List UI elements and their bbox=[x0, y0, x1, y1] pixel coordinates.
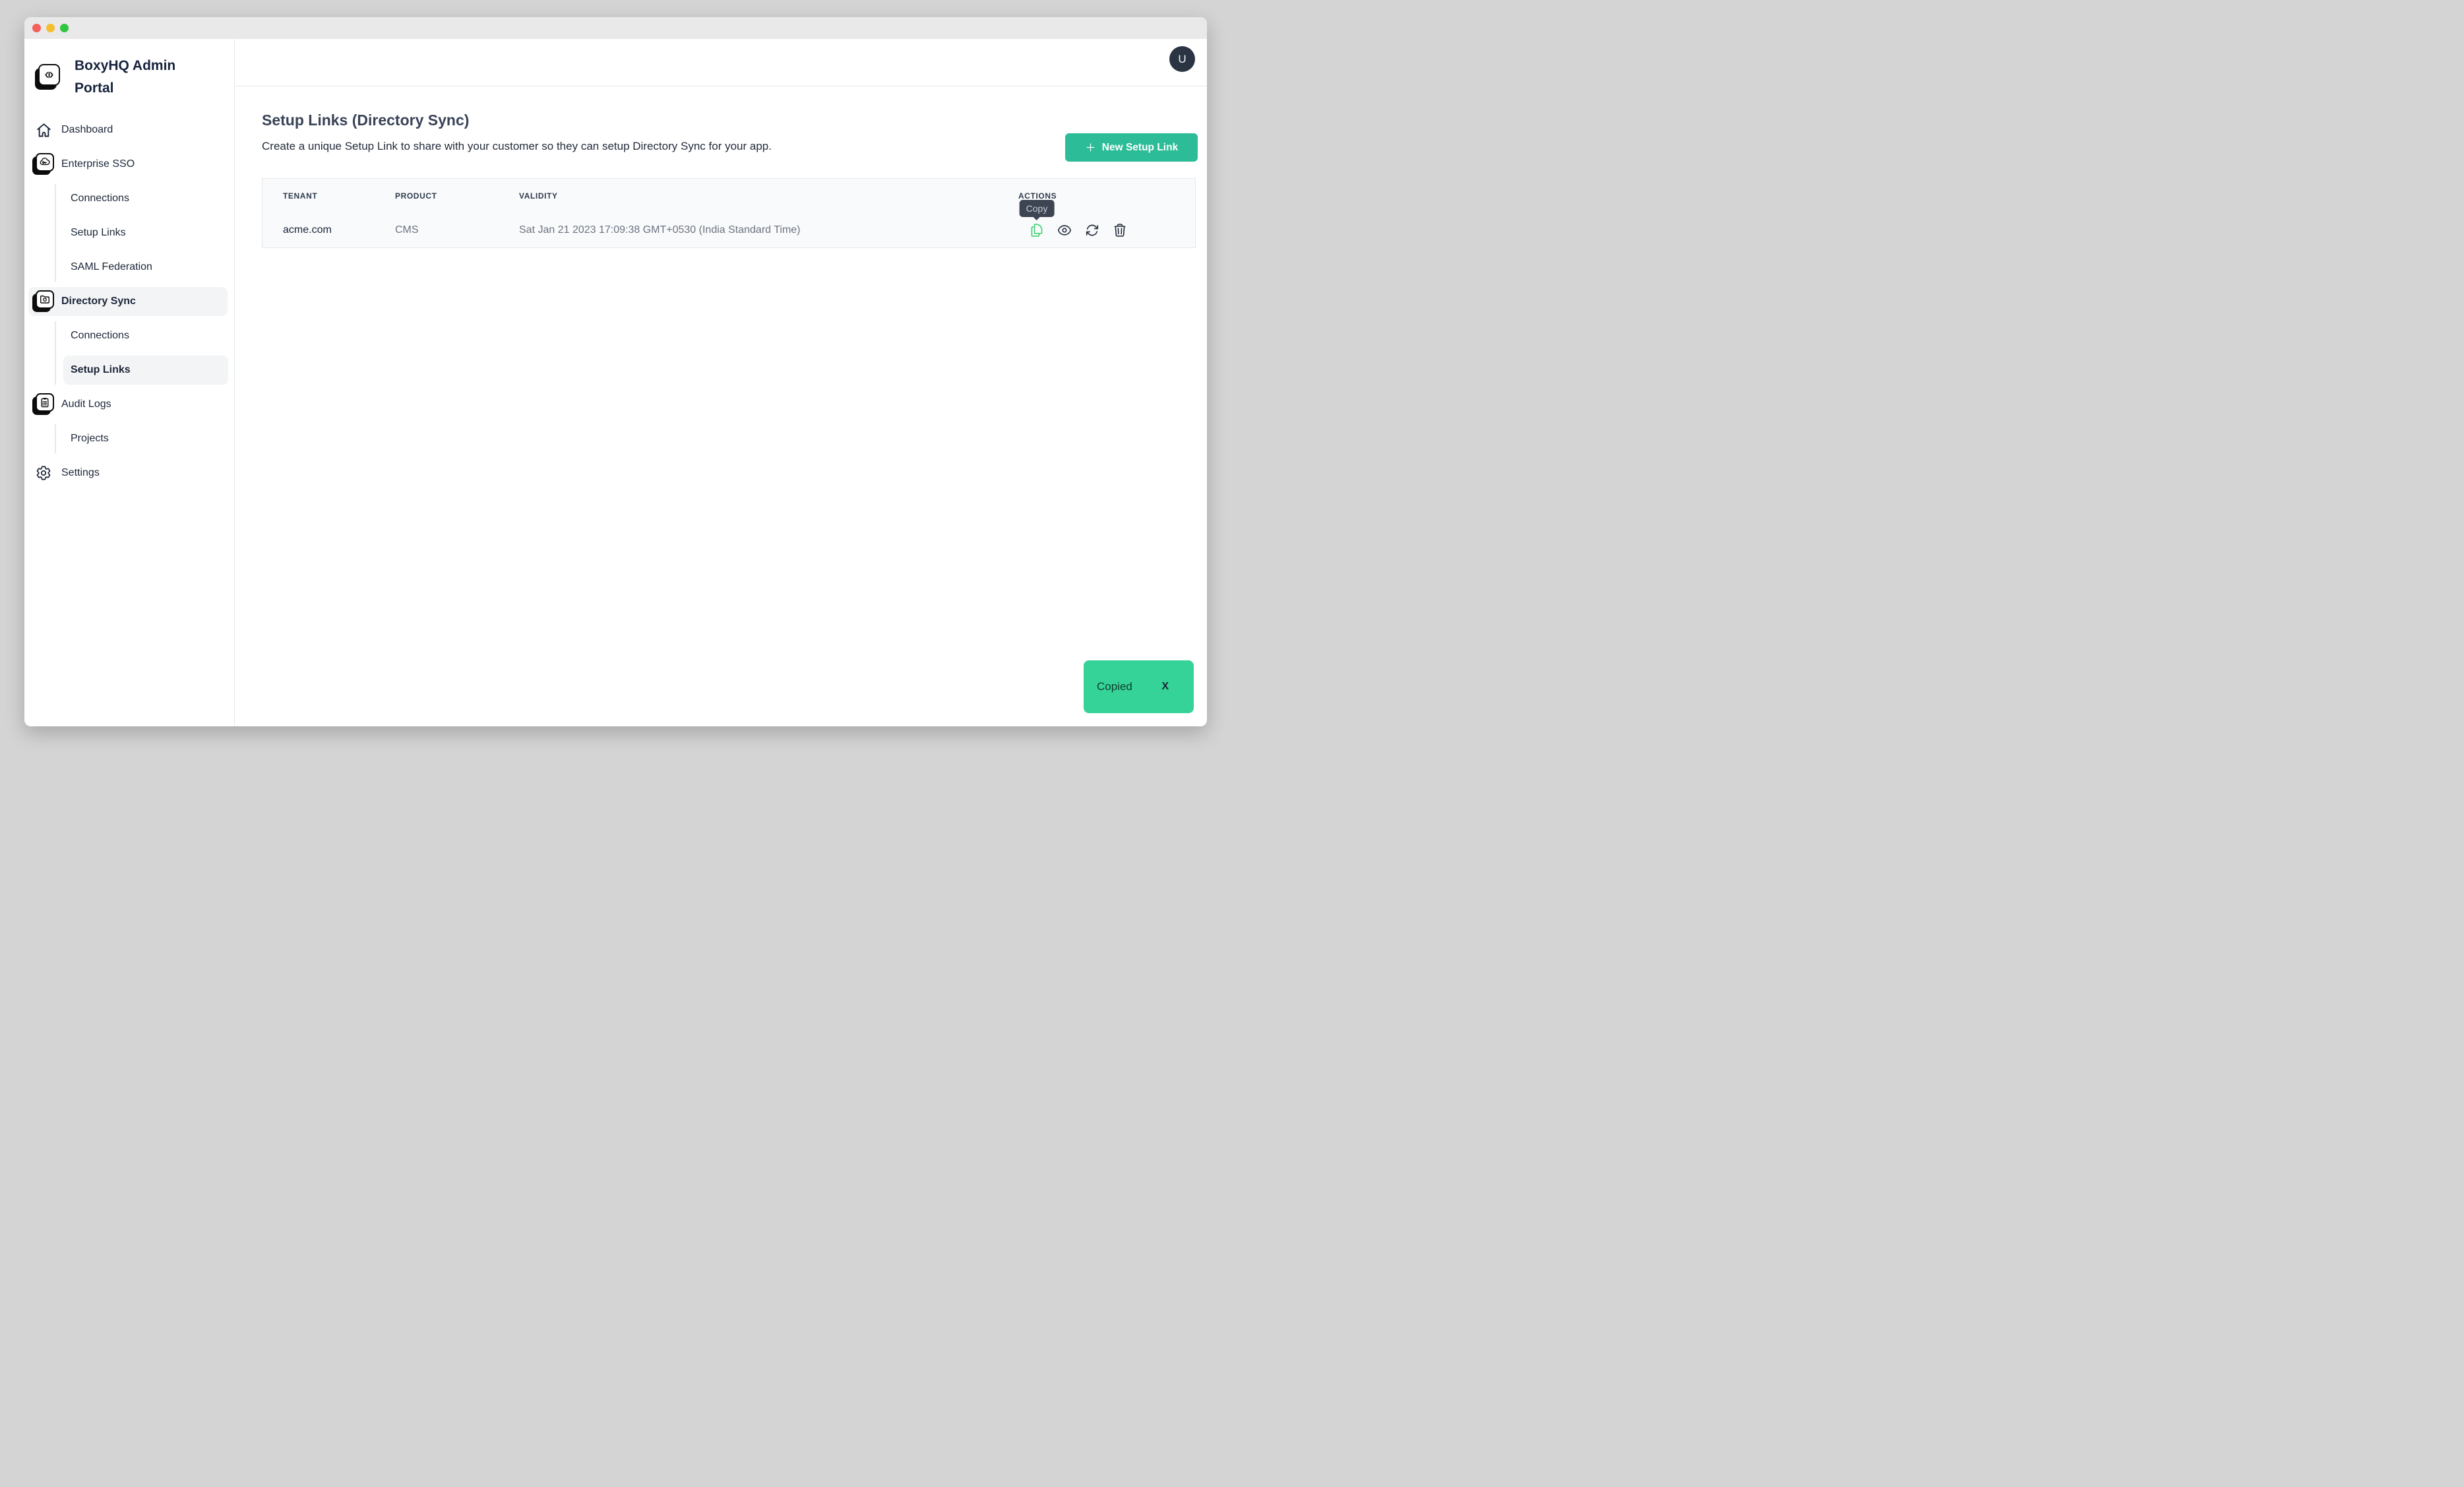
sidebar-nav: Dashboard bbox=[24, 115, 234, 493]
sidebar-item-label: SAML Federation bbox=[71, 261, 152, 273]
sidebar-item-label: Projects bbox=[71, 433, 109, 445]
sso-cloud-key-icon bbox=[32, 153, 55, 175]
toast-message: Copied bbox=[1097, 680, 1132, 693]
close-window-button[interactable] bbox=[32, 24, 41, 32]
refresh-icon bbox=[1085, 223, 1099, 237]
sidebar-item-label: Directory Sync bbox=[61, 296, 136, 307]
app-window: BoxyHQ Admin Portal Dashboard bbox=[24, 17, 1207, 726]
maximize-window-button[interactable] bbox=[60, 24, 69, 32]
column-header-tenant: TENANT bbox=[262, 191, 395, 201]
home-icon bbox=[32, 119, 55, 141]
user-avatar-button[interactable]: U bbox=[1169, 46, 1195, 72]
sidebar-item-dashboard[interactable]: Dashboard bbox=[28, 115, 228, 144]
validity-cell: Sat Jan 21 2023 17:09:38 GMT+0530 (India… bbox=[519, 224, 1018, 236]
sidebar-item-audit-logs[interactable]: Audit Logs bbox=[28, 390, 228, 419]
sidebar-item-directory-sync[interactable]: Directory Sync bbox=[28, 287, 228, 316]
gear-icon bbox=[32, 462, 55, 484]
directory-sync-folder-icon bbox=[32, 290, 55, 313]
sidebar-group-audit-logs: Projects bbox=[55, 424, 228, 453]
window-titlebar bbox=[24, 17, 1207, 39]
top-header: U bbox=[235, 39, 1207, 86]
view-setup-link-button[interactable] bbox=[1057, 223, 1072, 237]
boxyhq-code-logo-icon bbox=[35, 64, 61, 90]
regenerate-setup-link-button[interactable] bbox=[1085, 223, 1099, 237]
toast-close-button[interactable]: X bbox=[1161, 681, 1169, 693]
copy-tooltip: Copy bbox=[1020, 200, 1055, 217]
new-setup-link-button[interactable]: New Setup Link bbox=[1065, 133, 1198, 162]
page-content: Setup Links (Directory Sync) Create a un… bbox=[235, 110, 1207, 248]
main-area: U New Setup Link Setup Links (Directory … bbox=[235, 39, 1207, 726]
actions-cell: Copy bbox=[1018, 223, 1195, 237]
delete-setup-link-button[interactable] bbox=[1113, 223, 1127, 237]
sidebar-item-label: Settings bbox=[61, 467, 100, 479]
sidebar-item-label: Connections bbox=[71, 193, 129, 205]
sidebar-group-enterprise-sso: Connections Setup Links SAML Federation bbox=[55, 184, 228, 282]
copied-toast: Copied X bbox=[1084, 660, 1194, 713]
sidebar-item-label: Setup Links bbox=[71, 227, 126, 239]
table-row: acme.com CMS Sat Jan 21 2023 17:09:38 GM… bbox=[262, 213, 1195, 247]
sidebar-item-label: Dashboard bbox=[61, 124, 113, 136]
sidebar-item-saml-federation[interactable]: SAML Federation bbox=[63, 253, 228, 282]
sidebar-item-sso-setup-links[interactable]: Setup Links bbox=[63, 218, 228, 247]
column-header-validity: VALIDITY bbox=[519, 191, 1018, 201]
copy-clipboard-icon bbox=[1030, 223, 1044, 237]
column-header-product: PRODUCT bbox=[395, 191, 519, 201]
table-header-row: TENANT PRODUCT VALIDITY ACTIONS bbox=[262, 179, 1195, 213]
page-title: Setup Links (Directory Sync) bbox=[262, 110, 1207, 131]
sidebar-item-sso-connections[interactable]: Connections bbox=[63, 184, 228, 213]
minimize-window-button[interactable] bbox=[46, 24, 55, 32]
avatar-initial: U bbox=[1178, 53, 1186, 66]
sidebar-item-enterprise-sso[interactable]: Enterprise SSO bbox=[28, 150, 228, 179]
tenant-cell: acme.com bbox=[262, 224, 395, 236]
plus-icon bbox=[1085, 142, 1096, 153]
sidebar-item-label: Enterprise SSO bbox=[61, 158, 135, 170]
sidebar-item-dsync-setup-links[interactable]: Setup Links bbox=[63, 356, 228, 385]
copy-setup-link-button[interactable]: Copy bbox=[1030, 223, 1044, 237]
setup-links-table: TENANT PRODUCT VALIDITY ACTIONS acme.com… bbox=[262, 178, 1196, 248]
sidebar-group-directory-sync: Connections Setup Links bbox=[55, 321, 228, 385]
sidebar-item-settings[interactable]: Settings bbox=[28, 459, 228, 488]
trash-icon bbox=[1113, 223, 1127, 237]
product-cell: CMS bbox=[395, 224, 519, 236]
desktop-background: BoxyHQ Admin Portal Dashboard bbox=[0, 0, 1232, 744]
sidebar-item-label: Setup Links bbox=[71, 364, 131, 376]
sidebar-item-label: Audit Logs bbox=[61, 398, 111, 410]
column-header-actions: ACTIONS bbox=[1018, 191, 1195, 201]
sidebar-item-projects[interactable]: Projects bbox=[63, 424, 228, 453]
app-title: BoxyHQ Admin Portal bbox=[75, 55, 197, 100]
eye-icon bbox=[1057, 223, 1072, 237]
new-setup-link-label: New Setup Link bbox=[1102, 142, 1178, 154]
audit-logs-clipboard-icon bbox=[32, 393, 55, 416]
sidebar-item-dsync-connections[interactable]: Connections bbox=[63, 321, 228, 350]
app-logo: BoxyHQ Admin Portal bbox=[24, 39, 234, 100]
sidebar-item-label: Connections bbox=[71, 330, 129, 342]
sidebar: BoxyHQ Admin Portal Dashboard bbox=[24, 39, 235, 726]
